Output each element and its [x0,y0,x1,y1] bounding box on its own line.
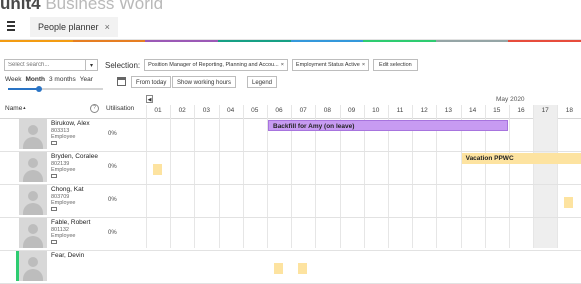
color-strip-segment [72,40,146,42]
booking-bar[interactable] [564,197,574,208]
day-header-16: 16 [517,107,525,114]
close-tab-icon[interactable]: × [105,22,110,32]
tab-people-planner[interactable]: People planner × [30,17,118,37]
person-row[interactable]: Chong, Kat 803709 Employee 0% [0,184,581,218]
day-header-13: 13 [444,107,452,114]
zoom-slider-handle[interactable] [36,86,43,92]
utilisation-value: 0% [108,197,117,203]
avatar[interactable] [19,119,47,149]
edit-selection-button[interactable]: Edit selection [373,59,418,71]
day-header-03: 03 [202,107,210,114]
color-strip-segment [508,40,581,42]
booking-bar[interactable] [274,263,283,274]
avatar[interactable] [19,185,47,215]
brand-sub: Business World [45,0,164,10]
person-name[interactable]: Bryden, Coralee [51,153,98,160]
selection-toolbar: ▾ Selection: Position Manager of Reporti… [4,59,418,71]
previous-period-icon[interactable]: ◀ [146,95,153,103]
color-strip-segment [217,40,291,42]
message-icon[interactable] [51,207,57,211]
person-row[interactable]: Fear, Devin [0,250,581,284]
zoom-slider[interactable] [8,86,103,92]
person-name[interactable]: Chong, Kat [51,186,84,193]
color-strip [0,40,581,42]
from-today-button[interactable]: From today [131,76,172,88]
filter-chip-label: Employment Status Active [295,62,360,68]
day-header-07: 07 [299,107,307,114]
person-name[interactable]: Birukow, Alex [51,120,90,127]
booking-bar[interactable] [298,263,308,274]
hamburger-menu-icon[interactable] [4,19,18,33]
name-column-header[interactable]: Name▲ [5,105,26,112]
message-icon[interactable] [51,174,57,178]
app-logo: unit4 Business World [0,0,163,10]
utilisation-value: 0% [108,230,117,236]
person-role: Employee [51,200,76,206]
utilisation-value: 0% [108,131,117,137]
name-header-label: Name [5,105,23,112]
zoom-week[interactable]: Week [5,76,22,83]
day-header-06: 06 [275,107,283,114]
tab-bar: People planner × [0,15,581,40]
legend-button[interactable]: Legend [247,76,278,88]
show-working-hours-button[interactable]: Show working hours [172,76,237,88]
zoom-year[interactable]: Year [80,76,93,83]
color-strip-segment [290,40,364,42]
day-header-11: 11 [396,107,404,114]
tab-label: People planner [38,22,99,32]
zoom-options: Week Month 3 months Year [5,76,93,83]
avatar[interactable] [19,218,47,248]
search-input[interactable] [4,59,86,71]
day-header-04: 04 [226,107,235,114]
day-header-05: 05 [251,107,259,114]
booking-bar[interactable] [153,164,162,175]
day-header-09: 09 [347,107,356,114]
chevron-down-icon: ▾ [89,62,93,69]
day-header-18: 18 [565,107,573,114]
color-strip-segment [0,40,73,42]
day-header-01: 01 [154,107,162,114]
day-header-10: 10 [372,107,380,114]
color-strip-segment [435,40,509,42]
help-icon[interactable]: ? [90,104,99,113]
day-header-12: 12 [420,107,428,114]
person-row[interactable]: Fable, Robert 801132 Employee 0% [0,217,581,251]
remove-filter-icon[interactable]: × [362,62,365,68]
selection-label: Selection: [105,60,141,70]
zoom-3-months[interactable]: 3 months [49,76,76,83]
message-icon[interactable] [51,240,57,244]
filter-chip-position-manager[interactable]: Position Manager of Reporting, Planning … [144,59,288,71]
zoom-month[interactable]: Month [26,76,46,83]
day-header-17: 17 [533,105,558,118]
avatar[interactable] [19,152,47,182]
color-strip-segment [145,40,218,42]
sort-icon[interactable]: ▲ [22,105,26,110]
day-header-02: 02 [178,107,186,114]
remove-filter-icon[interactable]: × [281,62,284,68]
day-header-14: 14 [468,107,477,114]
message-icon[interactable] [51,141,57,145]
person-role: Employee [51,134,76,140]
day-header-08: 08 [323,107,331,114]
person-name[interactable]: Fable, Robert [51,219,90,226]
calendar-icon[interactable] [117,77,126,86]
utilisation-column-header: Utilisation [106,105,135,112]
person-role: Employee [51,233,76,239]
person-name[interactable]: Fear, Devin [51,252,84,259]
filter-chip-label: Position Manager of Reporting, Planning … [148,62,279,68]
person-role: Employee [51,167,76,173]
search-dropdown-button[interactable]: ▾ [86,59,98,71]
month-label: May 2020 [496,96,525,103]
filter-chip-employment-status[interactable]: Employment Status Active × [291,59,370,71]
avatar[interactable] [19,251,47,281]
utilisation-value: 0% [108,164,117,170]
brand-main: unit4 [0,0,41,10]
day-header-15: 15 [493,107,501,114]
booking-bar[interactable]: Backfill for Amy (on leave) [268,120,508,131]
color-strip-segment [363,40,436,42]
booking-bar[interactable]: Vacation PPWC [461,153,581,164]
zoom-slider-fill [8,88,40,90]
